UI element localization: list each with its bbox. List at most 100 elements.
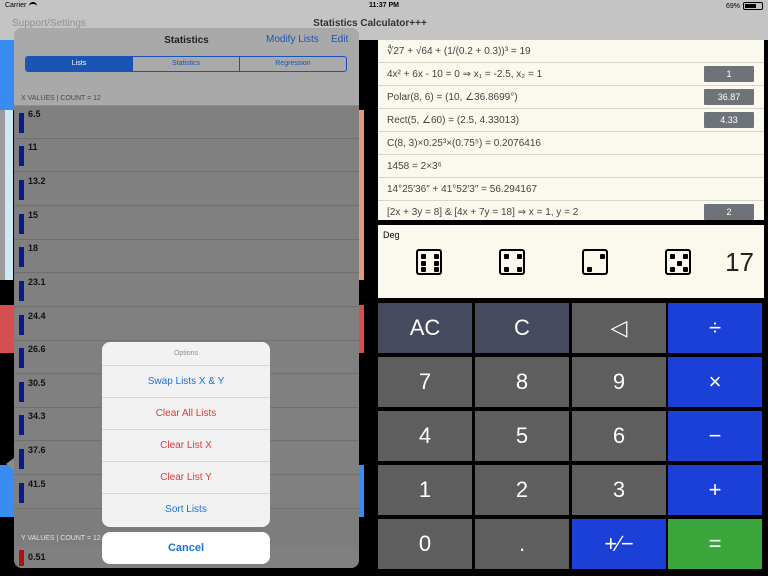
history-row: 14°25′36″ + 41°52′3″ = 56.294167 <box>378 178 764 201</box>
clock: 11:37 PM <box>369 2 399 9</box>
history-row: 1458 = 2×3⁶ <box>378 155 764 178</box>
tab-lists[interactable]: Lists <box>26 57 132 71</box>
x-values-header: X VALUES | COUNT = 12 <box>21 95 101 102</box>
background-panel <box>0 305 15 353</box>
history-row: Rect(5, ∠60) = (2.5, 4.33013) 4.33 <box>378 109 764 132</box>
die-pip <box>434 254 439 259</box>
decimal-button[interactable]: . <box>475 519 569 569</box>
digit-9-button[interactable]: 9 <box>572 357 666 407</box>
list-item[interactable]: 6.5 <box>14 106 359 139</box>
digit-7-button[interactable]: 7 <box>378 357 472 407</box>
value-bar <box>19 315 24 335</box>
multiply-button[interactable]: × <box>668 357 762 407</box>
divide-button[interactable]: ÷ <box>668 303 762 353</box>
subtract-button[interactable]: − <box>668 411 762 461</box>
list-item[interactable]: 18 <box>14 240 359 273</box>
die-icon[interactable] <box>582 249 608 275</box>
digit-2-button[interactable]: 2 <box>475 465 569 515</box>
die-icon[interactable] <box>416 249 442 275</box>
die-pip <box>504 254 509 259</box>
background-panel <box>0 465 15 517</box>
die-pip <box>683 267 688 272</box>
die-pip <box>434 267 439 272</box>
history-row: [2x + 3y = 8] & [4x + 7y = 18] ⇒ x = 1, … <box>378 201 764 224</box>
list-item[interactable]: 15 <box>14 207 359 240</box>
die-pip <box>504 267 509 272</box>
list-item[interactable]: 23.1 <box>14 274 359 307</box>
die-icon[interactable] <box>665 249 691 275</box>
backspace-button[interactable]: ◁ <box>572 303 666 353</box>
die-pip <box>670 267 675 272</box>
die-pip <box>600 254 605 259</box>
value-bar <box>19 382 24 402</box>
digit-4-button[interactable]: 4 <box>378 411 472 461</box>
value-bar <box>19 449 24 469</box>
history-result-button[interactable]: 4.33 <box>704 112 754 128</box>
list-item[interactable]: 24.4 <box>14 308 359 341</box>
die-pip <box>517 254 522 259</box>
value-bar <box>19 180 24 200</box>
tab-statistics[interactable]: Statistics <box>132 57 239 71</box>
die-pip <box>421 254 426 259</box>
die-pip <box>683 254 688 259</box>
die-pip <box>517 267 522 272</box>
clear-list-x-button[interactable]: Clear List X <box>102 430 270 462</box>
digit-8-button[interactable]: 8 <box>475 357 569 407</box>
history-result-button[interactable]: 36.87 <box>704 89 754 105</box>
clear-list-y-button[interactable]: Clear List Y <box>102 462 270 494</box>
digit-5-button[interactable]: 5 <box>475 411 569 461</box>
die-pip <box>421 260 426 266</box>
sign-toggle-button[interactable]: +∕− <box>572 519 666 569</box>
die-pip <box>587 267 592 272</box>
popover-arrow-icon <box>6 458 14 470</box>
history-row: Polar(8, 6) = (10, ∠36.8699°) 36.87 <box>378 86 764 109</box>
all-clear-button[interactable]: AC <box>378 303 472 353</box>
history-result-button[interactable]: 1 <box>704 66 754 82</box>
equals-button[interactable]: = <box>668 519 762 569</box>
battery-indicator: 69% <box>726 2 763 10</box>
clear-button[interactable]: C <box>475 303 569 353</box>
die-icon[interactable] <box>499 249 525 275</box>
options-action-sheet: Options Swap Lists X & Y Clear All Lists… <box>102 342 270 527</box>
popover-header: Statistics Modify Lists Edit Lists Stati… <box>14 28 359 106</box>
value-bar <box>19 247 24 267</box>
value-bar <box>19 483 24 503</box>
history-row: ∜27 + √64 + (1/(0.2 + 0.3))³ = 19 <box>378 40 764 63</box>
value-bar <box>19 281 24 301</box>
battery-icon <box>743 2 763 10</box>
die-pip <box>676 260 682 266</box>
background-panel <box>5 110 13 280</box>
digit-1-button[interactable]: 1 <box>378 465 472 515</box>
history-result-button[interactable]: 2 <box>704 204 754 220</box>
die-pip <box>670 254 675 259</box>
add-button[interactable]: + <box>668 465 762 515</box>
dice-panel: Deg 17 <box>378 225 764 298</box>
digit-3-button[interactable]: 3 <box>572 465 666 515</box>
clear-all-lists-button[interactable]: Clear All Lists <box>102 398 270 430</box>
tab-regression[interactable]: Regression <box>239 57 346 71</box>
cancel-button[interactable]: Cancel <box>102 532 270 564</box>
dice-total: 17 <box>725 247 754 277</box>
y-values-header: Y VALUES | COUNT = 12 <box>21 535 101 542</box>
history-row: C(8, 3)×0.25³×(0.75⁵) = 0.2076416 <box>378 132 764 155</box>
status-bar: Carrier 11:37 PM 69% <box>0 0 768 12</box>
history-row: 4x² + 6x - 10 = 0 ⇒ x₁ = -2.5, x₂ = 11 <box>378 63 764 86</box>
list-item[interactable]: 11 <box>14 139 359 172</box>
battery-fill <box>745 4 757 8</box>
value-bar <box>19 550 24 566</box>
digit-6-button[interactable]: 6 <box>572 411 666 461</box>
list-item[interactable]: 13.2 <box>14 173 359 206</box>
value-bar <box>19 214 24 234</box>
segmented-control: Lists Statistics Regression <box>25 56 347 72</box>
modify-lists-button[interactable]: Modify Lists <box>266 34 319 45</box>
digit-0-button[interactable]: 0 <box>378 519 472 569</box>
action-sheet-title: Options <box>102 342 270 366</box>
value-bar <box>19 348 24 368</box>
sort-lists-button[interactable]: Sort Lists <box>102 494 270 526</box>
popover-title: Statistics <box>164 35 209 46</box>
edit-button[interactable]: Edit <box>331 34 348 45</box>
background-panel <box>0 40 15 110</box>
die-pip <box>421 267 426 272</box>
value-bar <box>19 113 24 133</box>
swap-lists-button[interactable]: Swap Lists X & Y <box>102 366 270 398</box>
